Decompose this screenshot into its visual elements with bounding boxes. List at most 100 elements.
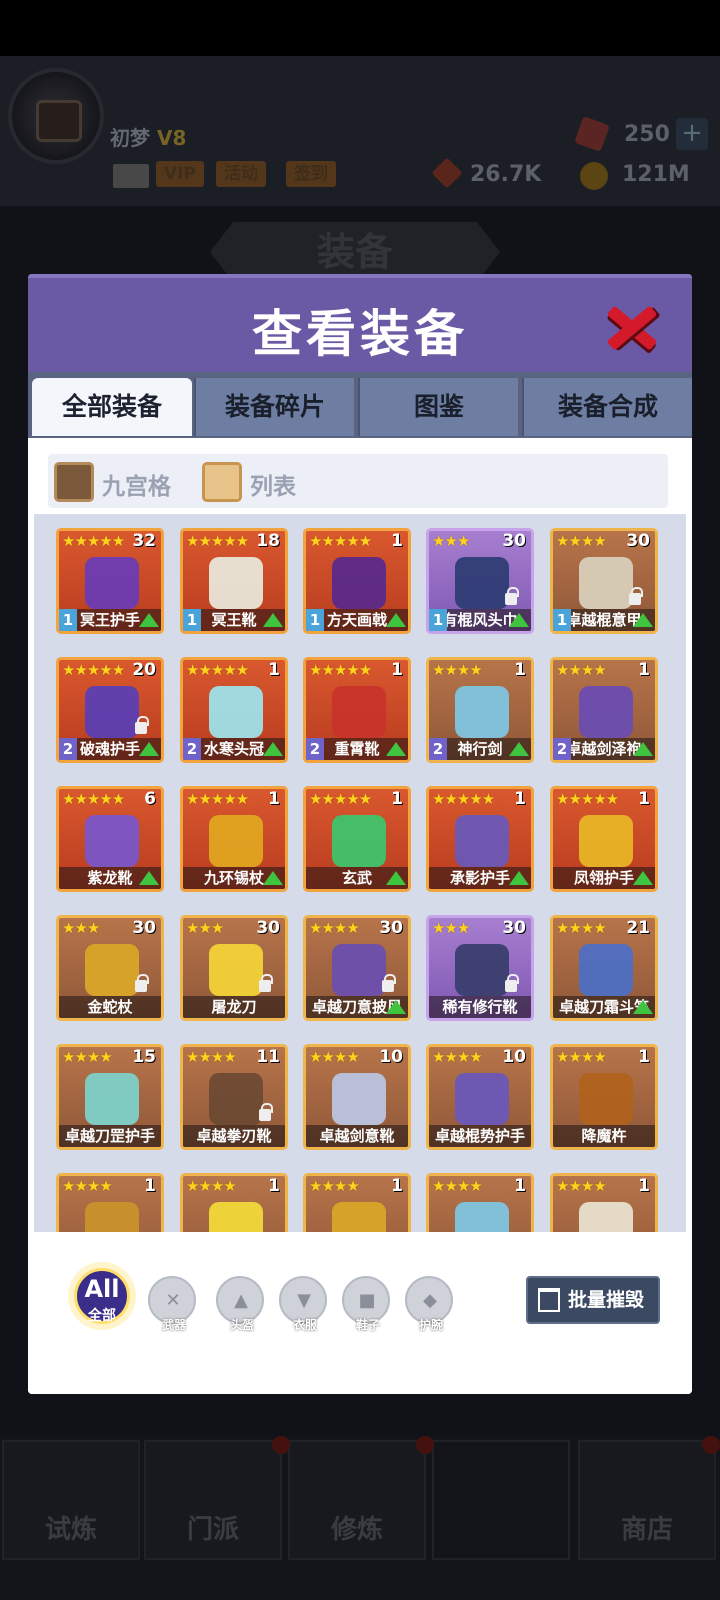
tab-codex[interactable]: 图鉴	[358, 378, 518, 436]
equipment-item[interactable]: ★★★★★ 18 冥王靴 1	[180, 528, 288, 634]
equipment-item[interactable]: ★★★★★ 32 冥王护手 1	[56, 528, 164, 634]
equipment-item[interactable]: ★★★★ 11 卓越拳刃靴	[180, 1044, 288, 1150]
equipment-item[interactable]: ★★★★★ 1 玄武	[303, 786, 411, 892]
equipment-item[interactable]: ★★★★★ 1 方天画戟 1	[303, 528, 411, 634]
item-count: 10	[502, 1047, 526, 1067]
upgrade-arrow-icon	[139, 742, 159, 756]
star-rating: ★★★★★	[186, 790, 249, 808]
lock-icon	[259, 974, 273, 992]
equipment-item[interactable]: ★★★★★ 1 凤翎护手	[550, 786, 658, 892]
equipment-item[interactable]: ★★★★ 1	[56, 1173, 164, 1232]
equipment-item[interactable]: ★★★★ 1 降魔杵	[550, 1044, 658, 1150]
star-rating: ★★★★	[309, 919, 360, 937]
star-rating: ★★★	[432, 919, 470, 937]
star-rating: ★★★★★	[556, 790, 619, 808]
equipment-item[interactable]: ★★★★★ 20 破魂护手 2	[56, 657, 164, 763]
filter-weapon-label: 武器	[161, 1318, 186, 1332]
equipment-item[interactable]: ★★★★ 30 卓越刀意披风	[303, 915, 411, 1021]
star-rating: ★★★★★	[309, 532, 372, 550]
equipment-icon	[579, 557, 633, 609]
equipment-item[interactable]: ★★★★ 1	[550, 1173, 658, 1232]
item-name: 降魔杵	[553, 1125, 655, 1147]
star-rating: ★★★★	[309, 1177, 360, 1195]
filter-weapon[interactable]: ✕ 武器	[148, 1276, 196, 1332]
star-rating: ★★★★	[309, 1048, 360, 1066]
equipment-item[interactable]: ★★★★ 10 卓越棍势护手	[426, 1044, 534, 1150]
item-count: 20	[132, 660, 156, 680]
equipment-item[interactable]: ★★★★★ 1 承影护手	[426, 786, 534, 892]
equipment-item[interactable]: ★★★★ 21 卓越刀霜斗笠	[550, 915, 658, 1021]
item-count: 1	[268, 1176, 280, 1196]
equipment-item[interactable]: ★★★★ 15 卓越刀罡护手	[56, 1044, 164, 1150]
lock-icon	[382, 974, 396, 992]
grid-view-label: 九宫格	[102, 474, 171, 500]
equipment-item[interactable]: ★★★★★ 1 水寒头冠 2	[180, 657, 288, 763]
tier-badge: 1	[553, 609, 571, 631]
star-rating: ★★★★	[556, 919, 607, 937]
equipment-icon	[332, 1073, 386, 1125]
star-rating: ★★★★★	[62, 532, 125, 550]
equipment-icon	[209, 1202, 263, 1232]
equipment-item[interactable]: ★★★ 30 金蛇杖	[56, 915, 164, 1021]
equipment-item[interactable]: ★★★ 30 稀有修行靴	[426, 915, 534, 1021]
item-count: 1	[514, 1176, 526, 1196]
equipment-icon	[455, 1202, 509, 1232]
equipment-icon	[332, 686, 386, 738]
list-view-label: 列表	[250, 474, 296, 500]
list-icon	[202, 462, 242, 502]
filter-shoes-label: 鞋子	[355, 1318, 380, 1332]
equipment-dialog: 查看装备 全部装备 装备碎片 图鉴 装备合成 九宫格 列表 ★★★★★ 32 冥王护…	[28, 274, 692, 1394]
batch-destroy-button[interactable]: 批量摧毁	[526, 1276, 660, 1324]
tab-equipment-fragments[interactable]: 装备碎片	[194, 378, 354, 436]
lock-icon	[135, 974, 149, 992]
equipment-item[interactable]: ★★★★ 1	[303, 1173, 411, 1232]
close-icon[interactable]	[600, 296, 662, 358]
item-count: 30	[132, 918, 156, 938]
star-rating: ★★★	[432, 532, 470, 550]
equipment-icon	[332, 557, 386, 609]
equipment-item[interactable]: ★★★★ 10 卓越剑意靴	[303, 1044, 411, 1150]
filter-clothes[interactable]: ▼ 衣服	[279, 1276, 327, 1332]
tab-all-equipment[interactable]: 全部装备	[32, 378, 192, 436]
filter-all-sublabel: 全部	[88, 1308, 116, 1324]
star-rating: ★★★★★	[62, 661, 125, 679]
filter-all-button[interactable]: All 全部	[74, 1268, 130, 1324]
tier-badge: 1	[306, 609, 324, 631]
star-rating: ★★★★	[432, 661, 483, 679]
equipment-item[interactable]: ★★★★★ 6 紫龙靴	[56, 786, 164, 892]
equipment-item[interactable]: ★★★★ 1	[426, 1173, 534, 1232]
equipment-icon	[455, 1073, 509, 1125]
equipment-icon	[85, 686, 139, 738]
filter-helmet[interactable]: ▲ 头盔	[216, 1276, 264, 1332]
filter-bracer[interactable]: ◆ 护腕	[405, 1276, 453, 1332]
equipment-icon	[85, 944, 139, 996]
star-rating: ★★★★	[432, 1048, 483, 1066]
filter-helmet-label: 头盔	[229, 1318, 254, 1332]
equipment-item[interactable]: ★★★★ 1 神行剑 2	[426, 657, 534, 763]
equipment-icon	[455, 686, 509, 738]
item-name: 金蛇杖	[59, 996, 161, 1018]
equipment-item[interactable]: ★★★★ 30 卓越棍意甲 1	[550, 528, 658, 634]
equipment-item[interactable]: ★★★★★ 1 重霄靴 2	[303, 657, 411, 763]
equipment-item[interactable]: ★★★ 30 屠龙刀	[180, 915, 288, 1021]
tier-badge: 2	[553, 738, 571, 760]
item-count: 1	[391, 531, 403, 551]
item-count: 11	[256, 1047, 280, 1067]
upgrade-arrow-icon	[139, 871, 159, 885]
lock-icon	[505, 587, 519, 605]
lock-icon	[259, 1103, 273, 1121]
equipment-item[interactable]: ★★★★ 1 卓越剑泽袍 2	[550, 657, 658, 763]
upgrade-arrow-icon	[633, 871, 653, 885]
equipment-item[interactable]: ★★★★ 1	[180, 1173, 288, 1232]
equipment-item[interactable]: ★★★ 30 有棍风头巾 1	[426, 528, 534, 634]
equipment-item[interactable]: ★★★★★ 1 九环锡杖	[180, 786, 288, 892]
item-count: 1	[268, 789, 280, 809]
equipment-icon	[85, 1202, 139, 1232]
item-count: 1	[638, 1176, 650, 1196]
item-count: 30	[256, 918, 280, 938]
sword-icon: ✕	[165, 1290, 181, 1311]
tab-equipment-synthesis[interactable]: 装备合成	[522, 378, 692, 436]
upgrade-arrow-icon	[633, 742, 653, 756]
filter-shoes[interactable]: ■ 鞋子	[342, 1276, 390, 1332]
trash-icon	[538, 1288, 560, 1312]
